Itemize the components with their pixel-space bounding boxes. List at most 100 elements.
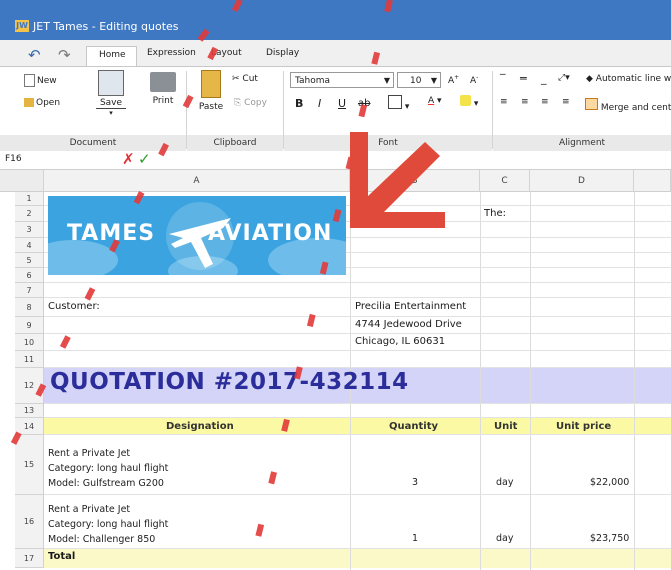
row-header[interactable]: 1 <box>15 192 44 206</box>
align-center-button[interactable]: ≡ <box>521 97 529 107</box>
tab-home[interactable]: Home <box>86 46 137 66</box>
merge-icon <box>585 98 598 110</box>
text-orientation-icon: ⤢ <box>558 73 566 83</box>
copy-icon: ⎘ <box>234 98 242 108</box>
item-line: Model: Challenger 850 <box>48 534 156 545</box>
header-unit-price[interactable]: Unit price <box>556 421 611 432</box>
item-price[interactable]: $22,000 <box>590 477 629 488</box>
item-designation[interactable]: Rent a Private Jet Category: long haul f… <box>48 446 168 491</box>
row-header[interactable]: 6 <box>15 268 44 283</box>
wrap-text-button[interactable]: ◆ Automatic line wr <box>586 74 671 84</box>
item-price[interactable]: $23,750 <box>590 533 629 544</box>
app-logo-icon: JW <box>15 20 29 32</box>
paste-button[interactable]: Paste <box>196 70 226 112</box>
copy-label: Copy <box>244 98 267 108</box>
scissors-icon: ✂ <box>232 74 240 84</box>
row-header[interactable]: 15 <box>15 435 44 495</box>
ribbon-tabs: ↶ ↷ Home Expression Layout Display <box>0 40 671 66</box>
align-bottom-button[interactable]: _ <box>541 72 547 85</box>
cell-address-line2[interactable]: Chicago, IL 60631 <box>355 336 445 347</box>
tab-expression[interactable]: Expression <box>147 48 196 58</box>
confirm-icon[interactable]: ✓ <box>138 150 151 168</box>
row-header[interactable]: 10 <box>15 334 44 351</box>
shrink-font-button[interactable]: A- <box>470 74 478 86</box>
align-right-button[interactable]: ≡ <box>541 97 549 107</box>
grid-line <box>44 297 671 298</box>
clipboard-icon <box>201 70 221 98</box>
save-button[interactable]: Save ▾ <box>96 70 126 117</box>
column-header-c[interactable]: C <box>480 170 530 192</box>
grow-font-button[interactable]: A+ <box>448 74 459 86</box>
cell-total-label[interactable]: Total <box>48 551 75 562</box>
tab-layout[interactable]: Layout <box>211 48 242 58</box>
header-unit[interactable]: Unit <box>494 421 517 432</box>
row-header[interactable]: 16 <box>15 495 44 549</box>
item-quantity[interactable]: 3 <box>412 477 418 488</box>
item-unit[interactable]: day <box>496 533 513 544</box>
font-family-select[interactable]: Tahoma ▼ <box>290 72 394 88</box>
row-header[interactable]: 4 <box>15 238 44 253</box>
item-quantity[interactable]: 1 <box>412 533 418 544</box>
banner-text-right: AVIATION <box>208 221 333 246</box>
row-header[interactable]: 7 <box>15 283 44 298</box>
font-color-button[interactable]: A ▾ <box>428 96 442 106</box>
item-unit[interactable]: day <box>496 477 513 488</box>
column-header-d[interactable]: D <box>530 170 634 192</box>
italic-button[interactable]: I <box>318 97 321 110</box>
new-button[interactable]: New <box>24 74 57 87</box>
merge-center-button[interactable]: Merge and cente <box>585 98 671 113</box>
open-button[interactable]: Open <box>24 98 60 108</box>
grid-line <box>44 548 671 549</box>
row-header[interactable]: 5 <box>15 253 44 268</box>
copy-button[interactable]: ⎘ Copy <box>234 98 267 108</box>
save-dropdown-icon[interactable]: ▾ <box>96 109 126 117</box>
total-band <box>44 548 671 568</box>
grid-line <box>44 282 671 283</box>
align-middle-button[interactable]: ═ <box>520 72 527 85</box>
print-label: Print <box>152 96 174 106</box>
strikethrough-button[interactable]: ab <box>358 98 370 109</box>
font-size-value: 10 <box>410 76 422 86</box>
row-header[interactable]: 17 <box>15 549 44 568</box>
grid-line <box>44 417 671 418</box>
orientation-button[interactable]: ⤢▾ <box>558 73 570 83</box>
cell-address-line1[interactable]: 4744 Jedewood Drive <box>355 319 462 330</box>
item-designation[interactable]: Rent a Private Jet Category: long haul f… <box>48 502 168 547</box>
select-all-corner[interactable] <box>0 170 44 192</box>
row-header[interactable]: 14 <box>15 418 44 435</box>
justify-button[interactable]: ≡ <box>562 97 570 107</box>
row-header[interactable]: 2 <box>15 206 44 222</box>
font-family-value: Tahoma <box>295 76 331 86</box>
font-size-select[interactable]: 10 ▼ <box>397 72 441 88</box>
cell-the-label[interactable]: The: <box>484 208 506 219</box>
tab-display[interactable]: Display <box>266 48 299 58</box>
borders-button[interactable]: ▾ <box>388 95 409 112</box>
row-header[interactable]: 3 <box>15 222 44 238</box>
cut-button[interactable]: ✂ Cut <box>232 74 258 84</box>
column-header-a[interactable]: A <box>44 170 350 192</box>
cancel-icon[interactable]: ✗ <box>122 150 135 168</box>
quotation-title[interactable]: QUOTATION #2017-432114 <box>50 369 409 395</box>
redo-icon[interactable]: ↷ <box>58 46 71 64</box>
column-header-e[interactable] <box>634 170 671 192</box>
open-label: Open <box>36 98 61 108</box>
column-header-b[interactable]: B <box>350 170 480 192</box>
row-header[interactable]: 13 <box>15 404 44 418</box>
row-header[interactable]: 12 <box>15 368 44 404</box>
undo-icon[interactable]: ↶ <box>28 46 41 64</box>
cell-reference[interactable]: F16 <box>5 154 22 164</box>
align-top-button[interactable]: ‾ <box>500 72 506 85</box>
row-header[interactable]: 8 <box>15 298 44 317</box>
header-quantity[interactable]: Quantity <box>389 421 438 432</box>
row-header[interactable]: 11 <box>15 351 44 368</box>
underline-button[interactable]: U <box>338 97 346 110</box>
row-header[interactable]: 9 <box>15 317 44 334</box>
fill-color-button[interactable]: ▾ <box>460 95 478 109</box>
header-designation[interactable]: Designation <box>166 421 234 432</box>
align-left-button[interactable]: ≡ <box>500 97 508 107</box>
cell-customer-label[interactable]: Customer: <box>48 301 100 312</box>
bold-button[interactable]: B <box>295 97 303 110</box>
print-button[interactable]: Print <box>148 72 178 106</box>
cell-customer-name[interactable]: Precilia Entertainment <box>355 301 466 312</box>
item-line: Category: long haul flight <box>48 463 169 474</box>
